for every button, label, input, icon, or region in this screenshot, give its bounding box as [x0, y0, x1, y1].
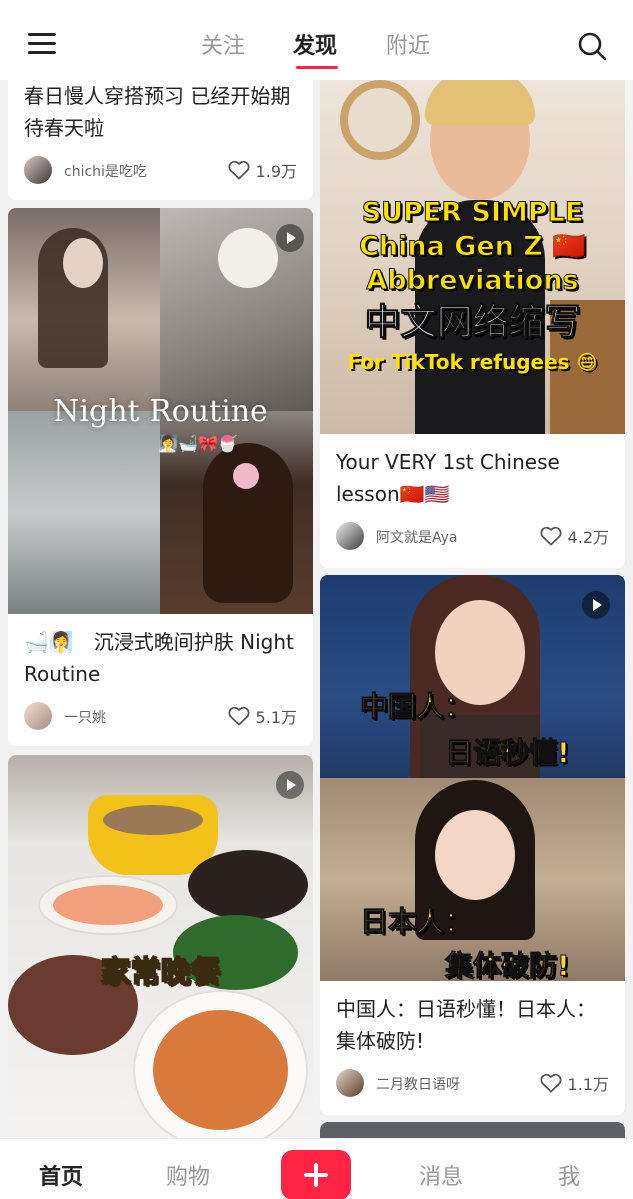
- note-card[interactable]: 家常晚餐: [8, 755, 313, 1155]
- overlay-line: 集体破防!: [445, 949, 571, 982]
- note-title: 🛁🧖‍♀️ 沉浸式晚间护肤 Night Routine: [24, 630, 294, 686]
- note-meta: 阿文就是Aya 4.2万: [336, 522, 611, 552]
- overlay-line: Abbreviations: [366, 265, 579, 297]
- nav-shopping[interactable]: 购物: [166, 1159, 210, 1191]
- overlay-line: SUPER SIMPLE: [361, 197, 584, 229]
- note-card[interactable]: 春日慢人穿搭预习 已经开始期待春天啦 chichi是吃吃 1.9万: [8, 70, 313, 200]
- note-meta: 一只姚 5.1万: [24, 702, 299, 732]
- menu-icon[interactable]: [28, 33, 56, 57]
- overlay-line: China Gen Z 🇨🇳: [359, 231, 587, 263]
- cover-image[interactable]: Night Routine 🧖‍♀️🛁🎀🍧: [8, 208, 313, 614]
- note-card[interactable]: SUPER SIMPLE China Gen Z 🇨🇳 Abbreviation…: [320, 70, 625, 568]
- bottom-nav-bar: 首页 购物 消息 我: [0, 1138, 633, 1199]
- note-card[interactable]: 中国人： 日语秒懂! 日本人： 集体破防! 中国人：日语秒懂！日本人：集体破防!…: [320, 575, 625, 1115]
- nav-messages[interactable]: 消息: [419, 1159, 463, 1191]
- note-title: Your VERY 1st Chinese lesson🇨🇳🇺🇸: [336, 450, 560, 506]
- note-card[interactable]: Night Routine 🧖‍♀️🛁🎀🍧 🛁🧖‍♀️ 沉浸式晚间护肤 Nigh…: [8, 208, 313, 746]
- author-name[interactable]: 一只姚: [64, 707, 106, 727]
- overlay-line: 中文网络缩写: [364, 302, 581, 344]
- note-title: 春日慢人穿搭预习 已经开始期待春天啦: [24, 84, 291, 140]
- author-name[interactable]: 阿文就是Aya: [376, 527, 458, 547]
- video-play-icon: [276, 224, 304, 252]
- tab-following[interactable]: 关注: [201, 28, 245, 60]
- create-post-button[interactable]: [281, 1150, 351, 1199]
- avatar[interactable]: [24, 702, 52, 730]
- like-count-text: 1.9万: [255, 162, 297, 181]
- avatar[interactable]: [336, 522, 364, 550]
- nav-me[interactable]: 我: [558, 1159, 580, 1191]
- heart-icon[interactable]: [540, 526, 562, 546]
- heart-icon[interactable]: [228, 160, 250, 180]
- cover-image[interactable]: 家常晚餐: [8, 755, 313, 1155]
- overlay-line: 日语秒懂!: [445, 736, 571, 770]
- note-title: 中国人：日语秒懂！日本人：集体破防!: [336, 997, 596, 1053]
- cover-overlay-text: Night Routine: [53, 394, 268, 429]
- like-count-text: 1.1万: [567, 1075, 609, 1094]
- cover-image[interactable]: SUPER SIMPLE China Gen Z 🇨🇳 Abbreviation…: [320, 70, 625, 434]
- video-play-icon: [582, 591, 610, 619]
- like-count-text: 4.2万: [567, 528, 609, 547]
- like-count[interactable]: 5.1万: [228, 704, 297, 728]
- note-meta: chichi是吃吃 1.9万: [24, 156, 299, 186]
- like-count-text: 5.1万: [255, 708, 297, 727]
- search-icon[interactable]: [577, 31, 607, 61]
- author-name[interactable]: chichi是吃吃: [64, 161, 147, 181]
- overlay-line: 日本人：: [359, 905, 473, 939]
- overlay-line: For TikTok refugees 😄: [347, 350, 598, 374]
- like-count[interactable]: 1.9万: [228, 158, 297, 182]
- top-nav-bar: 关注 发现 附近: [0, 0, 633, 80]
- note-meta: 二月教日语呀 1.1万: [336, 1069, 611, 1099]
- tab-nearby[interactable]: 附近: [386, 28, 430, 60]
- like-count[interactable]: 1.1万: [540, 1071, 609, 1095]
- active-tab-indicator: [296, 66, 338, 69]
- avatar[interactable]: [24, 156, 52, 184]
- video-play-icon: [276, 771, 304, 799]
- overlay-line: 中国人：: [359, 690, 473, 724]
- cover-image[interactable]: 中国人： 日语秒懂! 日本人： 集体破防!: [320, 575, 625, 981]
- cover-overlay-emoji: 🧖‍♀️🛁🎀🍧: [158, 434, 238, 453]
- cover-overlay-text: SUPER SIMPLE China Gen Z 🇨🇳 Abbreviation…: [320, 196, 625, 376]
- heart-icon[interactable]: [228, 706, 250, 726]
- like-count[interactable]: 4.2万: [540, 524, 609, 548]
- nav-home[interactable]: 首页: [39, 1159, 83, 1191]
- heart-icon[interactable]: [540, 1073, 562, 1093]
- avatar[interactable]: [336, 1069, 364, 1097]
- author-name[interactable]: 二月教日语呀: [376, 1074, 460, 1094]
- tab-discover[interactable]: 发现: [293, 28, 337, 60]
- cover-overlay-text: 家常晚餐: [100, 954, 222, 991]
